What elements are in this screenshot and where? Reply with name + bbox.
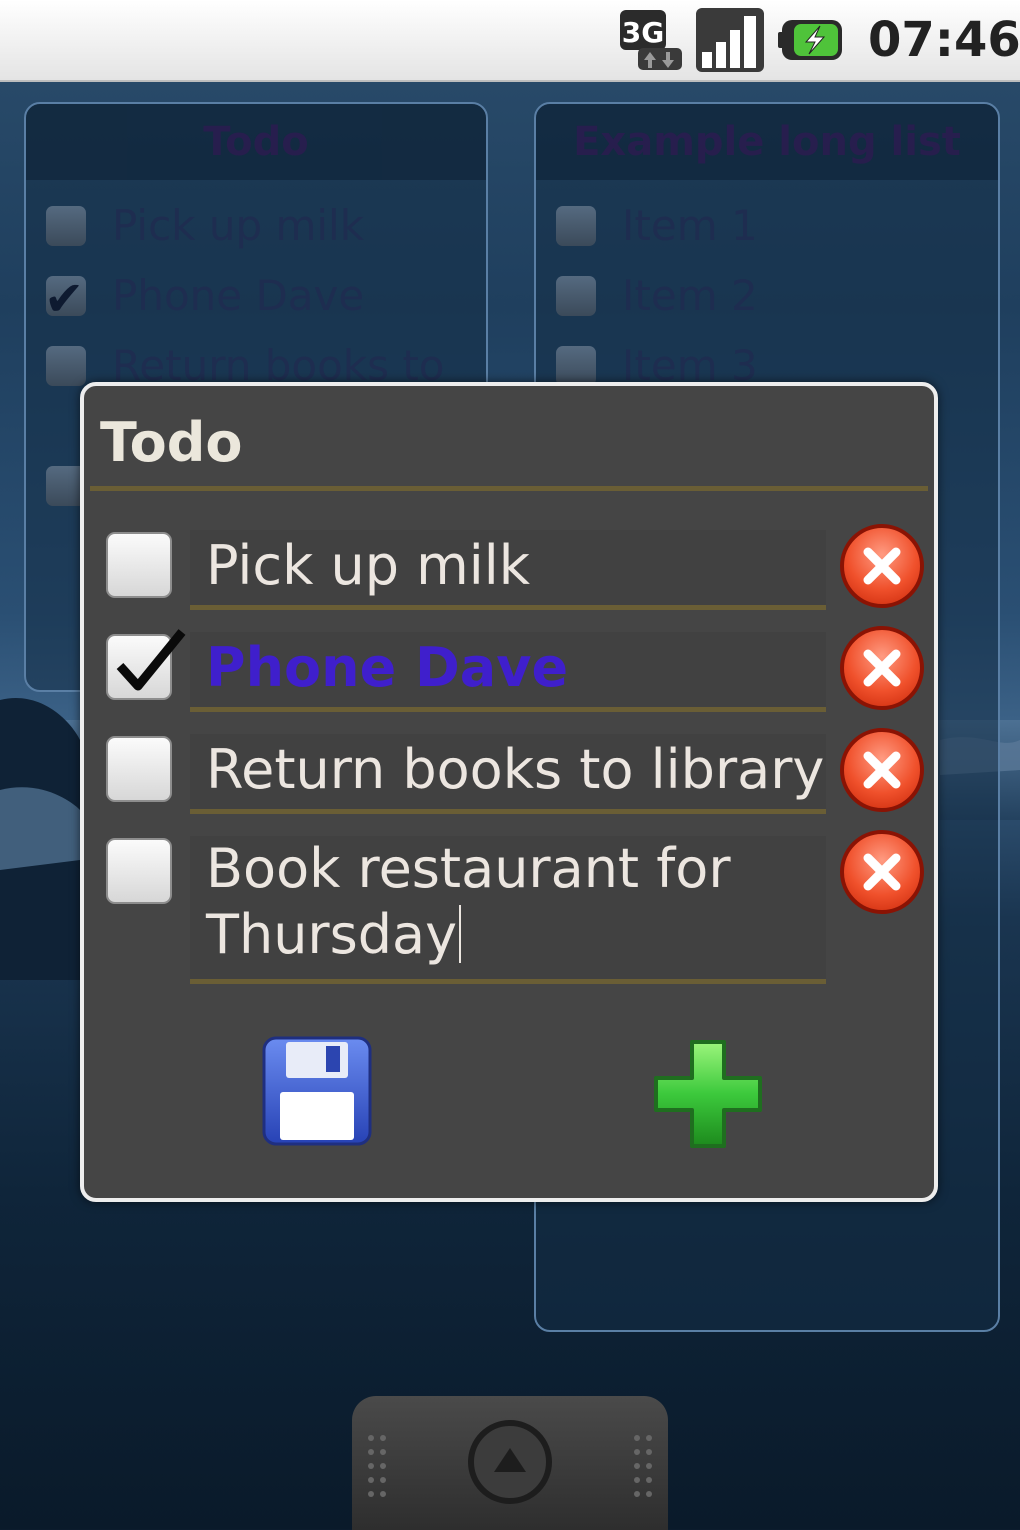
todo-item-row: Phone Dave (84, 622, 934, 714)
battery-charging-icon (778, 8, 848, 72)
todo-item-text-field[interactable]: Book restaurant for Thursday (190, 836, 826, 984)
background-widget-item-label: Item 1 (622, 201, 758, 250)
checkbox-icon (556, 346, 596, 386)
title-divider (90, 486, 928, 491)
add-item-button[interactable] (650, 1036, 766, 1152)
home-dock (352, 1396, 668, 1530)
status-bar: 3G 07:46 (0, 0, 1020, 82)
delete-x-icon[interactable] (840, 830, 924, 914)
app-drawer-up-arrow-icon[interactable] (468, 1420, 552, 1504)
dock-grip-icon (368, 1435, 386, 1497)
floppy-disk-save-icon (262, 1036, 372, 1146)
network-type-label: 3G (622, 16, 664, 49)
todo-checkbox[interactable] (106, 838, 172, 904)
green-plus-add-icon (654, 1040, 762, 1148)
delete-x-icon[interactable] (840, 626, 924, 710)
text-cursor (459, 905, 462, 963)
signal-strength-icon (696, 8, 764, 72)
checkbox-icon (46, 346, 86, 386)
todo-item-row: Return books to library (84, 724, 934, 816)
todo-checkbox-checked[interactable] (106, 629, 186, 700)
checkbox-icon (46, 206, 86, 246)
background-widget-title: Todo (26, 104, 486, 180)
dialog-title: Todo (100, 411, 243, 474)
background-widget-item-label: Phone Dave (112, 271, 365, 320)
todo-dialog: Todo Pick up milk Phone Dave Return book… (80, 382, 938, 1202)
3g-data-icon: 3G (618, 8, 684, 72)
delete-x-icon[interactable] (840, 524, 924, 608)
checkbox-icon (556, 206, 596, 246)
todo-item-row: Book restaurant for Thursday (84, 826, 934, 986)
todo-item-text-field[interactable]: Pick up milk (190, 530, 826, 610)
clock-time: 07:46 (868, 12, 1020, 68)
save-button[interactable] (260, 1034, 374, 1148)
checkmark-icon (116, 629, 186, 691)
background-widget-item-label: Pick up milk (112, 201, 365, 250)
background-widget-title: Example long list (536, 104, 998, 180)
todo-checkbox[interactable] (106, 736, 172, 802)
todo-item-text-field[interactable]: Phone Dave (190, 632, 826, 712)
todo-checkbox[interactable] (106, 532, 172, 598)
todo-item-text: Book restaurant for Thursday (206, 837, 731, 966)
todo-item-text-field[interactable]: Return books to library (190, 734, 826, 814)
checkbox-icon (556, 276, 596, 316)
background-widget-item-label: Item 2 (622, 271, 758, 320)
dock-grip-icon (634, 1435, 652, 1497)
todo-item-row: Pick up milk (84, 520, 934, 612)
delete-x-icon[interactable] (840, 728, 924, 812)
checkbox-checked-icon: ✔ (44, 271, 86, 327)
